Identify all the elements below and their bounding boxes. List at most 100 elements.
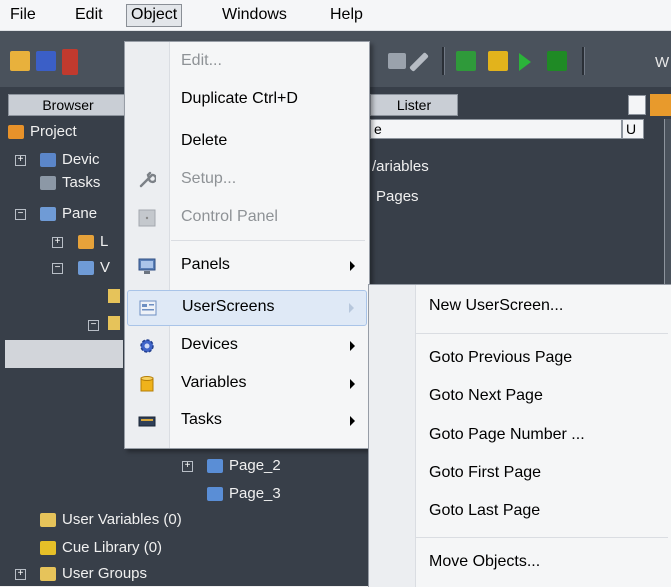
collapse-icon[interactable]: − [52,263,63,274]
folder-icon [108,316,120,330]
browser-header[interactable]: Browser [8,94,128,116]
tree-item-label: Devic [62,151,100,168]
menu-item-delete[interactable]: Delete [127,125,367,159]
lister-column-name[interactable]: e [370,119,622,139]
menu-file[interactable]: File [6,5,40,26]
menu-edit[interactable]: Edit [71,5,107,26]
lister-column-u[interactable]: U [622,119,644,139]
menu-item-label: Setup... [181,170,237,187]
tree-item-panels[interactable]: Pane [40,203,97,225]
menu-separator [415,333,668,334]
lister-tab-icon[interactable] [650,94,671,116]
tree-item-devices[interactable]: Devic [40,149,100,171]
collapse-icon[interactable]: − [88,320,99,331]
menu-item-label: Tasks [181,411,222,428]
lister-header[interactable]: Lister [370,94,458,116]
expand-icon[interactable]: + [15,155,26,166]
tree-item-label: Page_3 [229,485,281,502]
menu-item-panels[interactable]: Panels [127,249,367,283]
menu-item-devices[interactable]: Devices [127,329,367,363]
menu-separator [171,240,365,241]
green-doors-icon[interactable] [456,51,476,71]
lister-view-icon[interactable] [628,95,646,115]
menu-item-setup[interactable]: Setup... [127,163,367,197]
menu-item-label: New UserScreen... [429,297,564,314]
wrench-icon [138,171,158,189]
menu-item-label: Control Panel [181,208,278,225]
expand-icon[interactable]: + [52,237,63,248]
submenu-item-goto-page-number[interactable]: Goto Page Number ... [371,419,670,453]
submenu-item-move-objects[interactable]: Move Objects... [371,546,670,580]
menu-item-label: Move Objects... [429,553,541,570]
lister-row[interactable]: Pages [376,186,419,208]
tasks-icon [40,176,56,191]
submenu-arrow-icon [350,261,355,271]
menu-item-label: Panels [181,256,230,273]
menu-item-label: Variables [181,374,247,391]
tree-item-panel-v[interactable]: V [78,257,110,279]
expand-icon[interactable]: + [15,569,26,580]
tree-item-user-variables[interactable]: User Variables (0) [40,509,182,531]
menu-item-label: Duplicate Ctrl+D [181,90,298,107]
menu-item-label: Goto Previous Page [429,349,573,366]
folder-icon [40,567,56,582]
menu-item-label: Goto Page Number ... [429,426,585,443]
folder-icon [108,289,120,303]
submenu-item-goto-next-page[interactable]: Goto Next Page [371,380,670,414]
menu-item-control-panel[interactable]: Control Panel [127,201,367,235]
devices-icon [40,153,56,168]
menu-item-label: Edit... [181,52,222,69]
submenu-arrow-icon [350,416,355,426]
gear-icon [138,337,156,355]
lock-icon[interactable] [488,51,508,71]
menu-item-edit[interactable]: Edit... [127,45,367,79]
wrench-icon[interactable] [409,52,429,72]
tree-item-page-2[interactable]: Page_2 [207,455,281,477]
collapse-icon[interactable]: − [15,209,26,220]
play-icon[interactable] [519,53,531,71]
tree-item-label: User Groups [62,565,148,582]
save-icon[interactable] [36,51,56,71]
toolbar-separator [582,47,585,75]
tree-item-label: V [100,259,111,276]
tree-item-tasks[interactable]: Tasks [40,172,100,194]
panel-icon [78,235,94,250]
tree-item-label: Pane [62,205,98,222]
selected-tree-row[interactable] [5,340,123,368]
cue-library-icon [40,541,56,556]
menu-item-label: Goto Next Page [429,387,543,404]
menu-separator [415,537,668,538]
menu-item-variables[interactable]: Variables [127,367,367,401]
stop-icon[interactable] [547,51,567,71]
cylinder-icon [138,375,156,393]
lister-row[interactable]: /ariables [372,156,429,178]
menu-help[interactable]: Help [326,5,367,26]
menu-windows[interactable]: Windows [218,5,291,26]
menu-item-tasks[interactable]: Tasks [127,404,367,438]
userscreen-icon [139,299,157,317]
menu-item-label: Goto First Page [429,464,542,481]
menu-item-duplicate[interactable]: Duplicate Ctrl+D [127,83,367,117]
tree-item-panel-l[interactable]: L [78,231,108,253]
open-folder-icon[interactable] [10,51,30,71]
tree-item-label: L [100,233,109,250]
grid-icon[interactable] [388,53,406,69]
menu-item-label: UserScreens [182,298,275,315]
tree-item-label: Project [30,123,77,140]
tree-item-project[interactable]: Project [8,121,77,143]
submenu-item-goto-previous-page[interactable]: Goto Previous Page [371,342,670,376]
submenu-item-goto-first-page[interactable]: Goto First Page [371,457,670,491]
project-icon [8,125,24,140]
menu-item-label: Devices [181,336,238,353]
tree-item-cue-library[interactable]: Cue Library (0) [40,537,162,559]
tree-item-page-3[interactable]: Page_3 [207,483,281,505]
tasks-icon [138,412,156,430]
menu-object[interactable]: Object [126,4,183,27]
submenu-item-goto-last-page[interactable]: Goto Last Page [371,495,670,529]
submenu-item-new-userscreen[interactable]: New UserScreen... [371,290,670,324]
expand-icon[interactable]: + [182,461,193,472]
menu-item-userscreens[interactable]: UserScreens [127,290,367,326]
menubar: File Edit Object Windows Help [0,0,671,31]
tree-item-user-groups[interactable]: User Groups [40,563,147,585]
record-icon[interactable] [62,49,78,75]
